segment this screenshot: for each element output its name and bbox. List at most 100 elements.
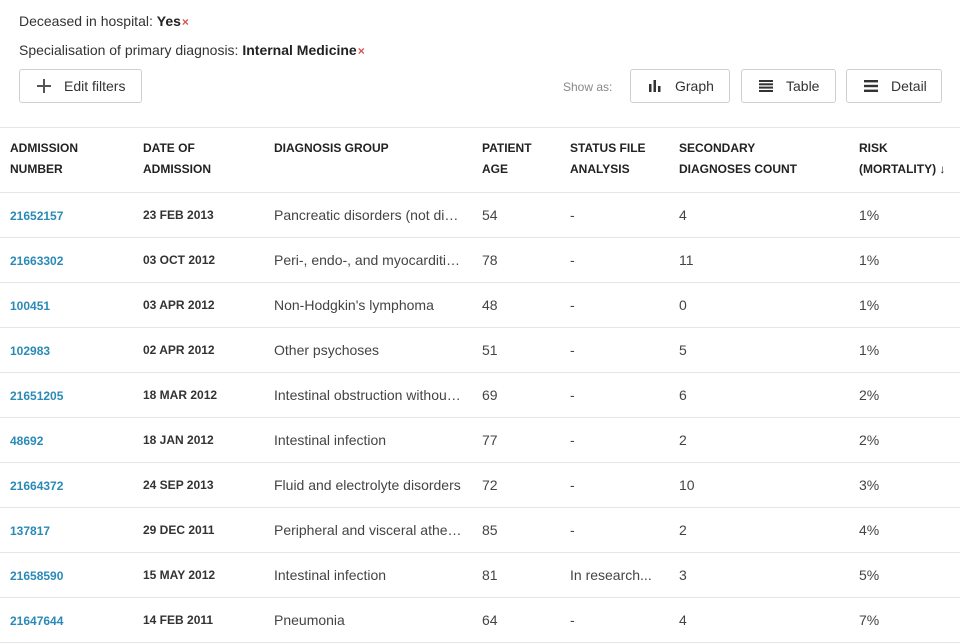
status-file-analysis: - <box>560 327 669 373</box>
patient-age: 64 <box>472 597 560 643</box>
header-date-of-admission[interactable]: Date of Admission <box>133 128 264 193</box>
admission-number-cell: 102983 <box>0 327 133 373</box>
secondary-diagnoses-count: 6 <box>669 372 849 418</box>
admission-date: 29 DEC 2011 <box>133 507 264 553</box>
header-line: Risk <box>859 141 888 155</box>
remove-filter-icon[interactable]: × <box>182 15 189 29</box>
admission-number-link[interactable]: 137817 <box>10 524 50 538</box>
status-file-analysis: - <box>560 192 669 238</box>
diagnosis-group: Intestinal infection <box>264 552 472 598</box>
list-icon <box>863 78 879 94</box>
status-file-analysis: - <box>560 237 669 283</box>
admission-number-cell: 21647644 <box>0 597 133 643</box>
diagnosis-group: Intestinal infection <box>264 417 472 463</box>
filter-value: Internal Medicine <box>242 42 357 58</box>
admission-number-link[interactable]: 21664372 <box>10 479 63 493</box>
filter-specialisation: Specialisation of primary diagnosis: Int… <box>19 42 365 58</box>
table-row[interactable]: 100451 03 APR 2012 Non-Hodgkin's lymphoma 4… <box>0 282 960 328</box>
edit-filters-button[interactable]: Edit filters <box>19 69 142 103</box>
risk-mortality: 5% <box>849 552 960 598</box>
risk-mortality: 4% <box>849 507 960 553</box>
diagnosis-group: Non-Hodgkin's lymphoma <box>264 282 472 328</box>
status-file-analysis: - <box>560 462 669 508</box>
admission-number-link[interactable]: 21647644 <box>10 614 63 628</box>
table-view-button[interactable]: Table <box>741 69 836 103</box>
patient-age: 48 <box>472 282 560 328</box>
admission-number-cell: 21663302 <box>0 237 133 283</box>
status-file-analysis: - <box>560 282 669 328</box>
header-line: Diagnoses Count <box>679 162 798 176</box>
admission-number-cell: 100451 <box>0 282 133 328</box>
diagnosis-group: Other psychoses <box>264 327 472 373</box>
header-line: Patient <box>482 141 532 155</box>
admission-number-link[interactable]: 21651205 <box>10 389 63 403</box>
header-line: Admission <box>143 162 212 176</box>
table-row[interactable]: 21663302 03 OCT 2012 Peri-, endo-, and myo… <box>0 237 960 283</box>
admission-number-link[interactable]: 21652157 <box>10 209 63 223</box>
header-line: Analysis <box>570 162 630 176</box>
graph-label: Graph <box>675 78 714 94</box>
status-file-analysis: - <box>560 597 669 643</box>
admission-number-link[interactable]: 21663302 <box>10 254 63 268</box>
secondary-diagnoses-count: 4 <box>669 192 849 238</box>
header-patient-age[interactable]: Patient Age <box>472 128 560 193</box>
admission-number-cell: 21652157 <box>0 192 133 238</box>
patient-age: 51 <box>472 327 560 373</box>
table-header-row: Admission Number Date of Admission Diagnos… <box>0 128 960 193</box>
admission-number-link[interactable]: 100451 <box>10 299 50 313</box>
admission-date: 03 OCT 2012 <box>133 237 264 283</box>
header-line: (Mortality) ↓ <box>859 162 946 176</box>
secondary-diagnoses-count: 11 <box>669 237 849 283</box>
header-line: Status File <box>570 141 646 155</box>
admission-number-link[interactable]: 21658590 <box>10 569 63 583</box>
status-file-analysis: - <box>560 507 669 553</box>
secondary-diagnoses-count: 2 <box>669 507 849 553</box>
diagnosis-group: Pancreatic disorders (not diabetes) <box>264 192 472 238</box>
header-secondary-diagnoses-count[interactable]: Secondary Diagnoses Count <box>669 128 849 193</box>
admission-number-link[interactable]: 102983 <box>10 344 50 358</box>
admission-number-link[interactable]: 48692 <box>10 434 43 448</box>
status-file-analysis: In research... <box>560 552 669 598</box>
secondary-diagnoses-count: 10 <box>669 462 849 508</box>
table-icon <box>758 78 774 94</box>
diagnosis-group: Intestinal obstruction without hernia <box>264 372 472 418</box>
show-as-label: Show as: <box>563 80 613 94</box>
risk-mortality: 1% <box>849 192 960 238</box>
table-row[interactable]: 21652157 23 FEB 2013 Pancreatic disorders … <box>0 192 960 238</box>
table-row[interactable]: 102983 02 APR 2012 Other psychoses 51-5 1% <box>0 327 960 373</box>
header-line: Diagnosis Group <box>274 141 389 155</box>
detail-view-button[interactable]: Detail <box>846 69 942 103</box>
table-row[interactable]: 48692 18 JAN 2012 Intestinal infection 77-2… <box>0 417 960 463</box>
patient-age: 77 <box>472 417 560 463</box>
header-admission-number[interactable]: Admission Number <box>0 128 133 193</box>
patient-age: 85 <box>472 507 560 553</box>
admission-number-cell: 21664372 <box>0 462 133 508</box>
header-line: Date of <box>143 141 195 155</box>
admission-number-cell: 21658590 <box>0 552 133 598</box>
table-row[interactable]: 137817 29 DEC 2011 Peripheral and visceral… <box>0 507 960 553</box>
patient-age: 78 <box>472 237 560 283</box>
risk-mortality: 2% <box>849 372 960 418</box>
risk-mortality: 1% <box>849 282 960 328</box>
graph-view-button[interactable]: Graph <box>630 69 730 103</box>
diagnosis-group: Pneumonia <box>264 597 472 643</box>
risk-mortality: 3% <box>849 462 960 508</box>
remove-filter-icon[interactable]: × <box>358 44 365 58</box>
table-row[interactable]: 21664372 24 SEP 2013 Fluid and electrolyte… <box>0 462 960 508</box>
status-file-analysis: - <box>560 417 669 463</box>
risk-mortality: 7% <box>849 597 960 643</box>
table-row[interactable]: 21658590 15 MAY 2012 Intestinal infection 8… <box>0 552 960 598</box>
header-line: Age <box>482 162 509 176</box>
table-row[interactable]: 21647644 14 FEB 2011 Pneumonia 64-4 7% <box>0 597 960 643</box>
admission-date: 02 APR 2012 <box>133 327 264 373</box>
table-row[interactable]: 21651205 18 MAR 2012 Intestinal obstructio… <box>0 372 960 418</box>
admission-date: 24 SEP 2013 <box>133 462 264 508</box>
secondary-diagnoses-count: 0 <box>669 282 849 328</box>
patient-age: 54 <box>472 192 560 238</box>
admission-number-cell: 21651205 <box>0 372 133 418</box>
admission-number-cell: 48692 <box>0 417 133 463</box>
header-status-file-analysis[interactable]: Status File Analysis <box>560 128 669 193</box>
secondary-diagnoses-count: 3 <box>669 552 849 598</box>
header-diagnosis-group[interactable]: Diagnosis Group <box>264 128 472 193</box>
header-risk-mortality[interactable]: Risk (Mortality) ↓ <box>849 128 960 193</box>
